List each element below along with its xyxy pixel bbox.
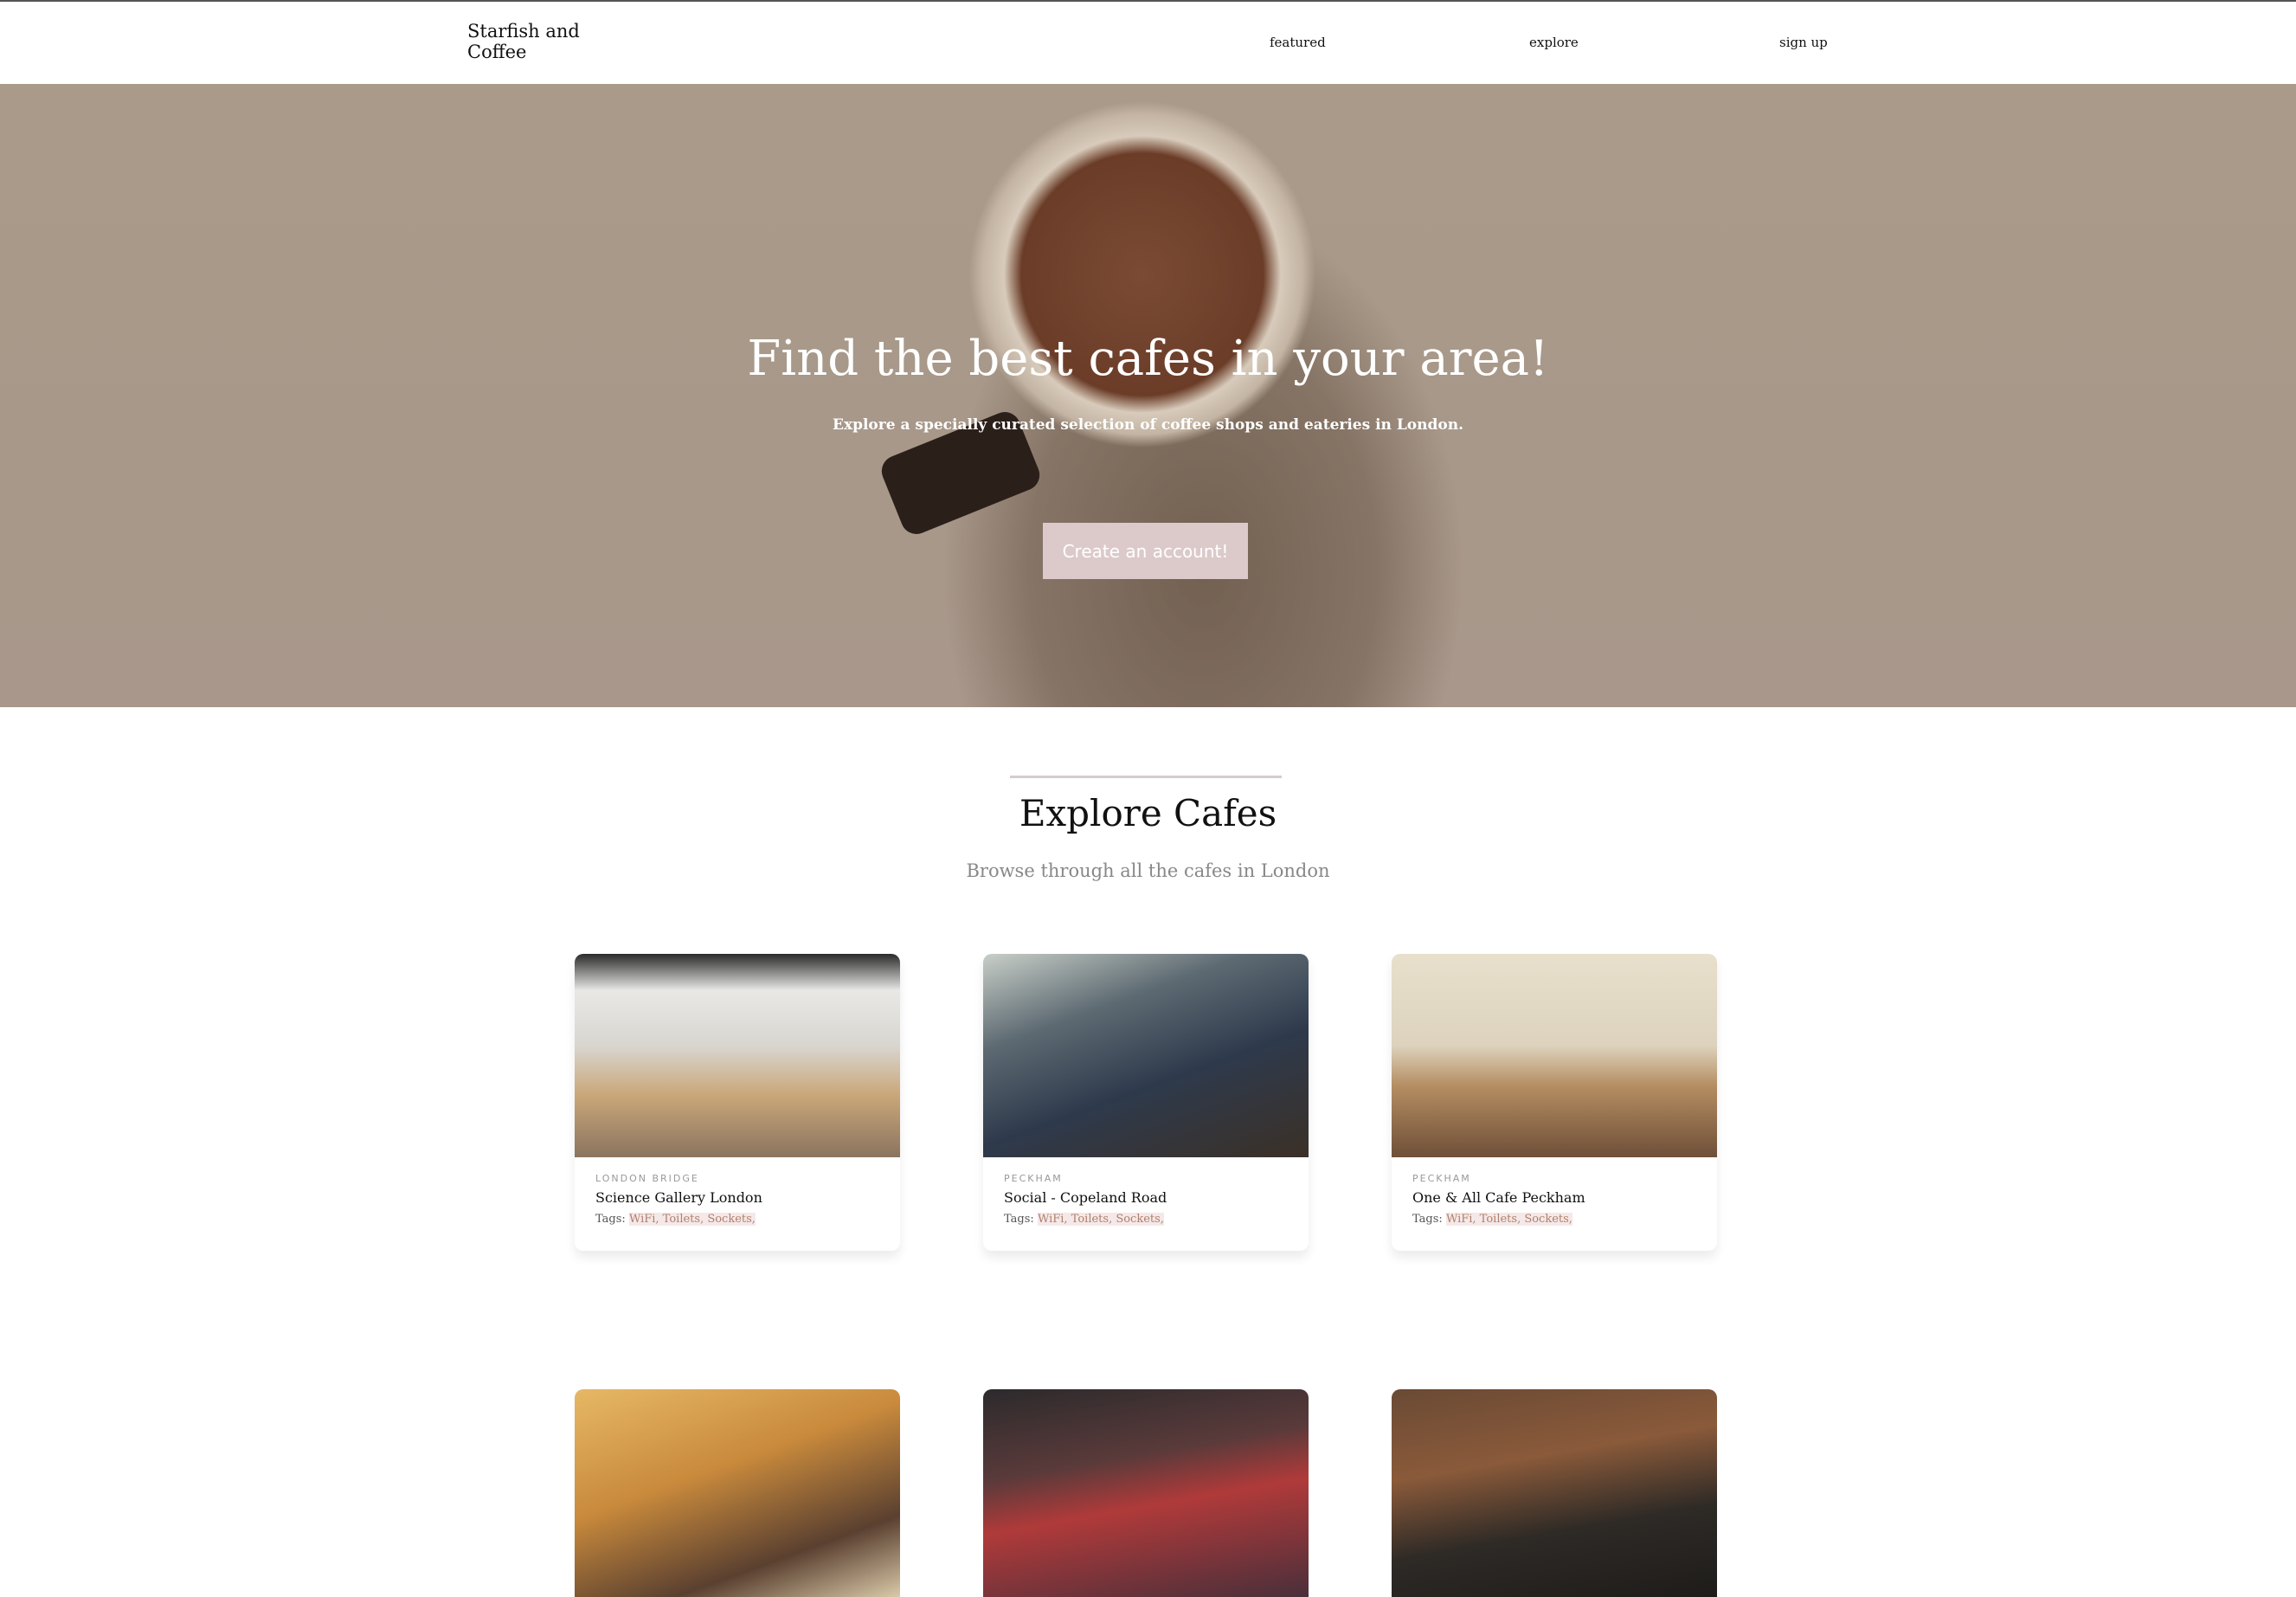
site-logo[interactable]: Starfish and Coffee: [467, 21, 606, 62]
tags-value: WiFi, Toilets, Sockets,: [628, 1213, 756, 1226]
cafe-location: LONDON BRIDGE: [595, 1173, 699, 1184]
hero-subtitle: Explore a specially curated selection of…: [832, 416, 1463, 434]
cafe-name[interactable]: Social - Copeland Road: [1004, 1189, 1288, 1206]
cafe-name[interactable]: One & All Cafe Peckham: [1412, 1189, 1696, 1206]
cafe-location: PECKHAM: [1412, 1173, 1471, 1184]
tags-label: Tags:: [1412, 1213, 1443, 1226]
cafe-image: [983, 954, 1309, 1157]
section-divider: [1010, 776, 1282, 778]
nav-explore[interactable]: explore: [1529, 35, 1579, 50]
cafe-tags: Tags: WiFi, Toilets, Sockets,: [1412, 1213, 1696, 1226]
hero-banner: Find the best cafes in your area! Explor…: [0, 84, 2296, 707]
cafe-image: [1392, 954, 1717, 1157]
cafe-location: PECKHAM: [1004, 1173, 1063, 1184]
cafe-tags: Tags: WiFi, Toilets, Sockets,: [1004, 1213, 1288, 1226]
tags-label: Tags:: [595, 1213, 626, 1226]
cafe-card-image[interactable]: [983, 1389, 1309, 1597]
tags-value: WiFi, Toilets, Sockets,: [1445, 1213, 1572, 1226]
hero-title: Find the best cafes in your area!: [747, 331, 1549, 387]
tags-value: WiFi, Toilets, Sockets,: [1037, 1213, 1164, 1226]
cafe-tags: Tags: WiFi, Toilets, Sockets,: [595, 1213, 879, 1226]
cafe-card-image[interactable]: [575, 1389, 900, 1597]
create-account-button[interactable]: Create an account!: [1043, 523, 1248, 579]
nav-sign-up[interactable]: sign up: [1779, 35, 1828, 50]
explore-subtitle: Browse through all the cafes in London: [966, 860, 1330, 881]
cafe-card-image[interactable]: [1392, 1389, 1717, 1597]
cafe-name[interactable]: Science Gallery London: [595, 1189, 879, 1206]
cafe-card[interactable]: PECKHAM Social - Copeland Road Tags: WiF…: [983, 954, 1309, 1251]
cafe-card[interactable]: PECKHAM One & All Cafe Peckham Tags: WiF…: [1392, 954, 1717, 1251]
site-header: Starfish and Coffee featured explore sig…: [0, 2, 2296, 84]
nav-featured[interactable]: featured: [1270, 35, 1326, 50]
cafe-card[interactable]: LONDON BRIDGE Science Gallery London Tag…: [575, 954, 900, 1251]
explore-title: Explore Cafes: [1019, 792, 1277, 834]
tags-label: Tags:: [1004, 1213, 1034, 1226]
cafe-image: [575, 954, 900, 1157]
